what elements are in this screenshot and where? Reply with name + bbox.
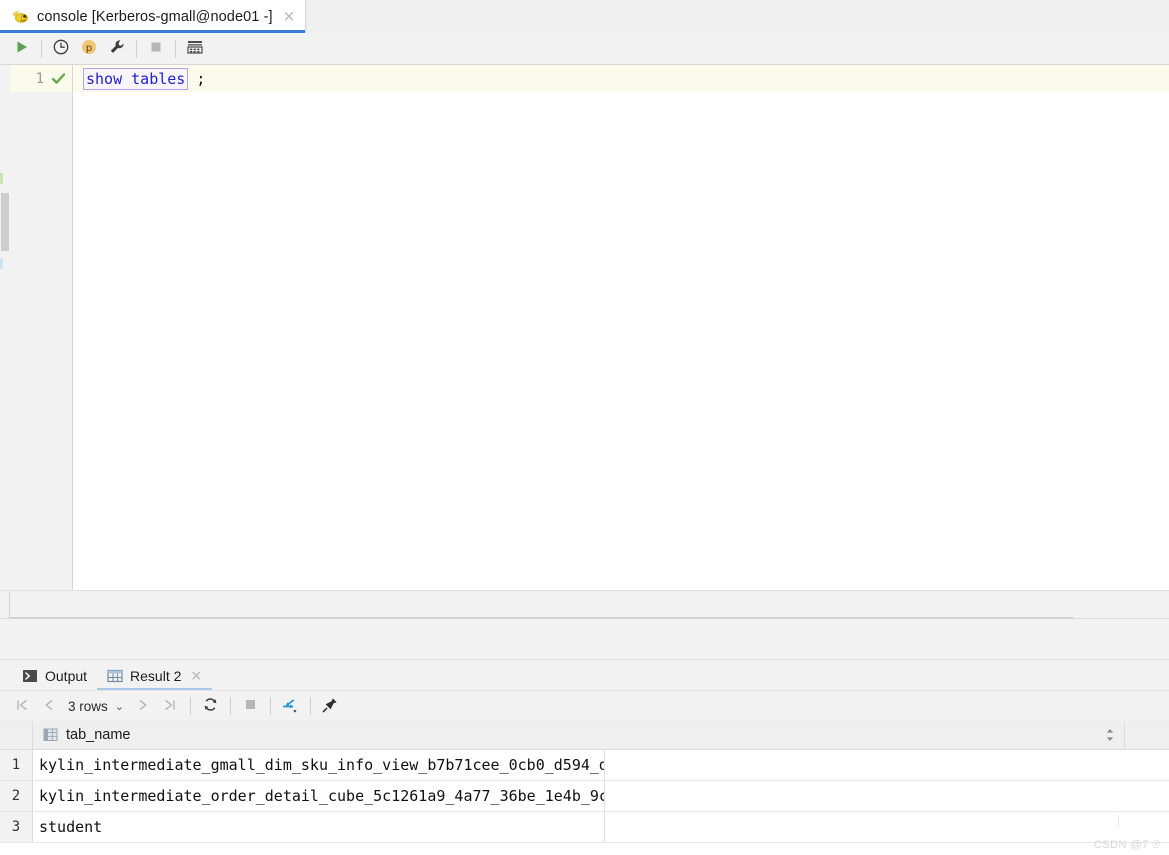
row-number: 3 <box>0 812 33 842</box>
hive-bee-icon <box>12 8 30 26</box>
table-row[interactable]: 3 student <box>0 812 1169 843</box>
next-page-button[interactable] <box>130 694 157 719</box>
tab-result-2[interactable]: Result 2 × <box>97 661 213 690</box>
grid-header-row: tab_name <box>0 721 1169 750</box>
grid-view-button[interactable] <box>181 36 209 62</box>
grid-header-right-edge <box>1124 721 1125 749</box>
next-page-icon <box>135 697 151 716</box>
prev-page-icon <box>41 697 57 716</box>
execute-button[interactable] <box>8 36 36 62</box>
watermark: CSDN @7 ℗ <box>1093 839 1161 851</box>
grid-toolbar-separator-2 <box>229 697 231 715</box>
close-icon[interactable]: × <box>283 9 296 24</box>
row-number: 1 <box>0 750 33 780</box>
first-page-button[interactable] <box>8 694 35 719</box>
cell-tab-name[interactable]: student <box>33 812 605 842</box>
clock-icon <box>52 38 70 59</box>
cell-tab-name[interactable]: kylin_intermediate_order_detail_cube_5c1… <box>33 781 605 811</box>
parameters-button[interactable]: p <box>75 36 103 62</box>
console-output-icon <box>22 669 38 683</box>
green-check-icon[interactable] <box>51 71 66 86</box>
history-button[interactable] <box>47 36 75 62</box>
row-count-label: 3 rows <box>68 698 108 714</box>
cell-tab-name[interactable]: kylin_intermediate_gmall_dim_sku_info_vi… <box>33 750 605 780</box>
scroll-edge <box>9 591 10 618</box>
gutter-line-1: 1 <box>10 65 72 92</box>
editor-code-area[interactable]: show tables ; <box>73 65 1169 590</box>
sort-updown-icon[interactable] <box>1105 728 1115 742</box>
toolbar-separator-1 <box>41 39 42 58</box>
refresh-button[interactable] <box>197 694 224 719</box>
parameter-p-icon: p <box>80 38 98 59</box>
first-page-icon <box>14 697 30 716</box>
pin-button[interactable] <box>317 694 344 719</box>
table-row[interactable]: 2 kylin_intermediate_order_detail_cube_5… <box>0 781 1169 812</box>
editor-line-1[interactable]: show tables ; <box>73 65 1169 92</box>
stop-square-icon <box>243 697 258 715</box>
watermark-divider <box>1118 815 1119 827</box>
configure-button[interactable] <box>103 36 131 62</box>
play-icon <box>14 39 30 58</box>
table-row[interactable]: 1 kylin_intermediate_gmall_dim_sku_info_… <box>0 750 1169 781</box>
table-grid-icon <box>186 39 204 58</box>
editor-scrollbar-thumb[interactable] <box>1 193 9 251</box>
console-tab[interactable]: console [Kerberos-gmall@node01 -] × <box>0 0 307 33</box>
console-tab-bar: console [Kerberos-gmall@node01 -] × <box>0 0 1169 33</box>
console-tab-title: console [Kerberos-gmall@node01 -] <box>37 8 273 25</box>
grid-stop-button[interactable] <box>237 694 264 719</box>
sql-editor[interactable]: 1 show tables ; <box>0 65 1169 590</box>
grid-toolbar-separator-1 <box>189 697 191 715</box>
prev-page-button[interactable] <box>35 694 62 719</box>
chevron-down-icon[interactable]: ⌄ <box>115 700 124 713</box>
close-icon[interactable]: × <box>190 669 202 683</box>
toolbar-separator-2 <box>136 39 137 58</box>
transpose-arrows-icon <box>280 696 300 717</box>
wrench-icon <box>108 38 126 59</box>
editor-toolbar: p <box>0 33 1169 65</box>
results-tab-bar: Output Result 2 × <box>0 660 1169 690</box>
grid-row-tail <box>604 812 1169 842</box>
toolbar-separator-3 <box>175 39 176 58</box>
grid-row-tail <box>604 781 1169 811</box>
editor-horizontal-scrollbar[interactable] <box>0 590 1169 619</box>
grid-column-header-label: tab_name <box>66 727 131 743</box>
result-grid[interactable]: tab_name 1 kylin_intermediate_gmall_dim_… <box>0 721 1169 843</box>
table-grid-icon <box>107 669 123 683</box>
tab-result-2-label: Result 2 <box>130 667 182 684</box>
editor-gutter: 1 <box>10 65 73 590</box>
marker-blue <box>0 258 3 269</box>
tab-output-label: Output <box>45 667 88 684</box>
transpose-button[interactable] <box>277 694 304 719</box>
result-grid-toolbar: 3 rows ⌄ <box>0 690 1169 721</box>
sql-statement-terminator: ; <box>196 69 206 88</box>
panel-splitter[interactable] <box>0 619 1169 660</box>
last-page-icon <box>162 697 178 716</box>
grid-header-gutter <box>0 721 33 749</box>
line-number: 1 <box>35 70 44 87</box>
tab-output[interactable]: Output <box>12 661 97 690</box>
stop-square-icon <box>148 39 164 58</box>
grid-toolbar-separator-4 <box>309 697 311 715</box>
grid-row-tail <box>604 750 1169 780</box>
stop-button[interactable] <box>142 36 170 62</box>
pin-icon <box>321 696 339 717</box>
row-number: 2 <box>0 781 33 811</box>
marker-green <box>0 173 3 184</box>
column-table-icon <box>43 728 58 742</box>
svg-text:p: p <box>86 43 92 54</box>
editor-marker-rail[interactable] <box>0 65 10 590</box>
sql-keyword-selection[interactable]: show tables <box>83 67 189 90</box>
refresh-icon <box>202 696 219 716</box>
grid-toolbar-separator-3 <box>269 697 271 715</box>
grid-column-header-tab-name[interactable]: tab_name <box>33 721 1118 749</box>
last-page-button[interactable] <box>157 694 184 719</box>
